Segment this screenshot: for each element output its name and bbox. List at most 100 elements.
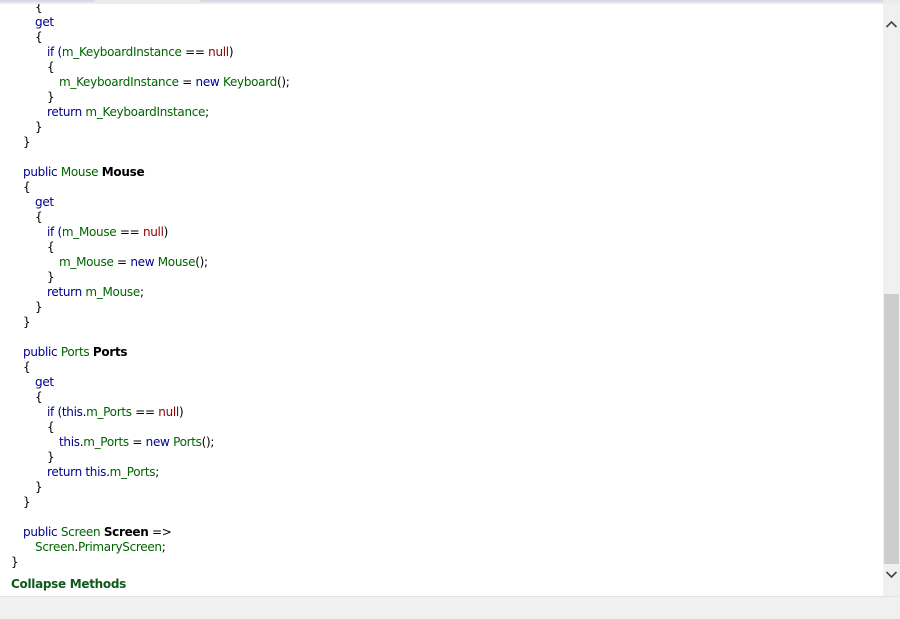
code-token: return: [47, 465, 86, 479]
code-viewer: {get{if (m_KeyboardInstance == null){m_K…: [0, 4, 883, 596]
code-line: get: [35, 195, 54, 210]
tab-indicator[interactable]: [0, 0, 95, 2]
code-token: this: [61, 405, 83, 419]
code-line: m_Mouse = new Mouse();: [59, 255, 208, 270]
code-token: Screen: [35, 540, 75, 554]
code-token: public: [23, 345, 61, 359]
code-line: }: [23, 495, 31, 510]
code-token: Ports: [92, 345, 128, 359]
code-token: ;: [205, 105, 209, 119]
code-token: ();: [201, 435, 215, 449]
code-line: {: [35, 210, 43, 225]
code-token: {: [47, 240, 55, 254]
code-token: this: [85, 465, 107, 479]
code-token: =>: [148, 525, 172, 539]
scroll-thumb[interactable]: [884, 294, 899, 564]
code-line: public Screen Screen =>: [23, 525, 172, 540]
code-token: {: [47, 60, 55, 74]
code-token: {: [35, 4, 43, 14]
code-token: Keyboard: [222, 75, 277, 89]
code-line: {: [47, 60, 55, 75]
code-token: m_Ports: [86, 405, 132, 419]
code-line: return this.m_Ports;: [47, 465, 159, 480]
code-token: m_Mouse: [59, 255, 114, 269]
code-token: {: [35, 210, 43, 224]
code-line: Screen.PrimaryScreen;: [35, 540, 166, 555]
code-token: m_Ports: [83, 435, 129, 449]
code-token: Mouse: [157, 255, 196, 269]
code-token: Mouse: [60, 165, 102, 179]
code-token: get: [35, 375, 54, 389]
code-token: }: [23, 495, 31, 509]
code-token: }: [11, 555, 19, 569]
code-token: Screen: [60, 525, 104, 539]
code-line: get: [35, 375, 54, 390]
code-line: {: [47, 240, 55, 255]
code-line: m_KeyboardInstance = new Keyboard();: [59, 75, 290, 90]
code-token: m_Ports: [109, 465, 156, 479]
code-line: }: [47, 450, 55, 465]
code-token: =: [178, 75, 196, 89]
code-line: {: [23, 180, 31, 195]
code-line: }: [47, 90, 55, 105]
code-token: ): [163, 225, 169, 239]
code-token: }: [23, 315, 31, 329]
code-token: {: [35, 390, 43, 404]
tab-indicator[interactable]: [200, 0, 883, 2]
code-token: {: [47, 420, 55, 434]
code-line: {: [35, 4, 43, 15]
code-token: public: [23, 525, 61, 539]
code-token: ();: [195, 255, 208, 269]
code-token: =: [128, 435, 146, 449]
code-token: null: [158, 405, 179, 419]
code-token: public: [23, 165, 61, 179]
code-token: Mouse: [101, 165, 145, 179]
code-token: get: [35, 15, 54, 29]
code-token: m_KeyboardInstance: [61, 45, 182, 59]
code-token: m_Mouse: [61, 225, 117, 239]
code-line: if (m_KeyboardInstance == null): [47, 45, 234, 60]
code-token: if (: [47, 405, 62, 419]
code-token: {: [23, 360, 31, 374]
code-token: }: [47, 90, 55, 104]
code-token: =: [113, 255, 131, 269]
code-token: return: [47, 105, 86, 119]
code-token: if (: [47, 225, 62, 239]
code-line: }: [23, 315, 31, 330]
code-token: Screen: [103, 525, 149, 539]
code-token: PrimaryScreen: [77, 540, 162, 554]
code-token: {: [35, 30, 43, 44]
code-line: public Ports Ports: [23, 345, 128, 360]
code-line: return m_Mouse;: [47, 285, 144, 300]
code-line: }: [11, 555, 19, 570]
code-token: }: [35, 120, 43, 134]
status-bar: [0, 596, 900, 619]
code-line: public Mouse Mouse: [23, 165, 145, 180]
code-line: if (m_Mouse == null): [47, 225, 168, 240]
code-line: {: [47, 420, 55, 435]
code-token: null: [142, 225, 164, 239]
code-token: new: [195, 75, 223, 89]
code-token: new: [145, 435, 174, 449]
vertical-scrollbar[interactable]: [883, 4, 900, 596]
code-line: {: [35, 30, 43, 45]
chevron-up-icon[interactable]: [883, 16, 900, 33]
code-token: if (: [47, 45, 62, 59]
code-line: }: [35, 480, 43, 495]
code-token: m_KeyboardInstance: [85, 105, 206, 119]
code-token: Ports: [60, 345, 93, 359]
chevron-down-icon[interactable]: [883, 566, 900, 583]
code-line: }: [35, 300, 43, 315]
code-token: {: [23, 180, 31, 194]
code-token: ): [228, 45, 234, 59]
code-token: }: [35, 480, 43, 494]
code-token: null: [208, 45, 229, 59]
code-token: ==: [131, 405, 159, 419]
code-line: }: [35, 120, 43, 135]
code-line: if (this.m_Ports == null): [47, 405, 184, 420]
code-line: return m_KeyboardInstance;: [47, 105, 209, 120]
collapse-methods-link[interactable]: Collapse Methods: [11, 577, 126, 591]
code-line: {: [23, 360, 31, 375]
code-token: ==: [181, 45, 209, 59]
code-token: }: [23, 135, 31, 149]
